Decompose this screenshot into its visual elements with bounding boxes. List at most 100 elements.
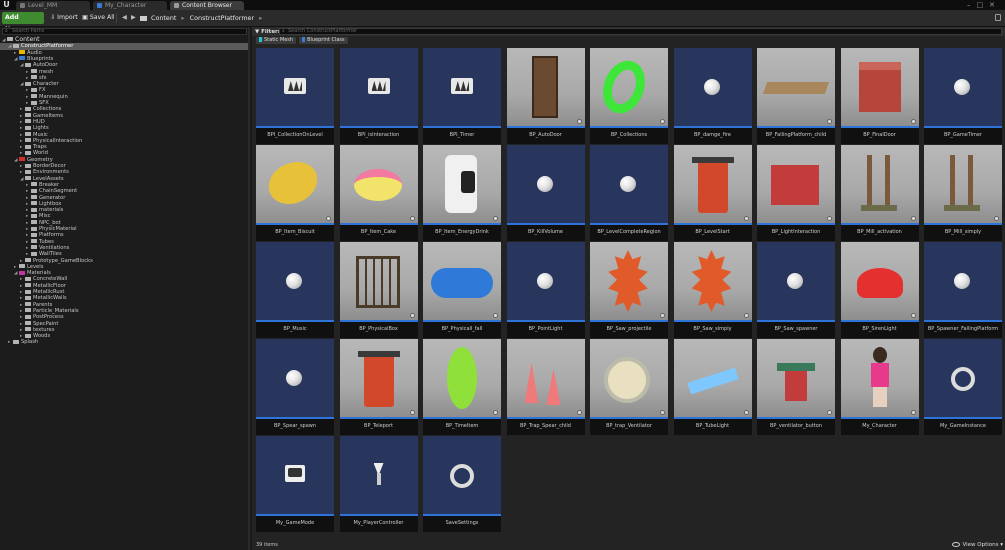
asset-tile[interactable]: BP_FallingPlatform_child [757, 48, 835, 144]
asset-tile[interactable]: My_Character [840, 339, 919, 435]
sphere-icon [787, 273, 803, 289]
asset-type-bar [757, 320, 835, 322]
filter-chip-static-mesh[interactable]: Static Mesh [256, 37, 297, 44]
tree-item-label: Breaker [39, 181, 60, 188]
tube-light-shape [686, 367, 739, 395]
asset-type-bar [423, 126, 501, 128]
asset-name: BP_Physicall_fall [441, 326, 483, 332]
asset-thumbnail [256, 145, 334, 223]
tree-item-label: Audio [27, 49, 42, 56]
view-options-button[interactable]: View Options ▾ [952, 541, 1003, 550]
character-legs [872, 387, 887, 407]
tree-item-label: SpecPaint [33, 320, 59, 327]
asset-tile[interactable]: BP_TubeLight [673, 339, 752, 435]
tab-content-browser[interactable]: Content Browser [170, 1, 244, 10]
asset-thumbnail [840, 145, 919, 223]
pad-top-shape [357, 351, 400, 357]
asset-tile[interactable]: BP_TimeItem [423, 339, 501, 435]
asset-tile[interactable]: BP_Trap_Spear_child [506, 339, 585, 435]
blueprint-interface-icon [367, 78, 390, 94]
asset-name: BP_damge_fire [694, 132, 731, 138]
asset-tile[interactable]: BP_FinalDoor [840, 48, 919, 144]
tree-item-label: Parents [33, 301, 53, 308]
asset-type-bar [256, 126, 334, 128]
folder-icon [19, 264, 25, 269]
button-top-shape [777, 363, 815, 371]
asset-thumbnail [339, 242, 418, 320]
sphere-icon [536, 273, 553, 289]
asset-name: SaveSettings [445, 520, 479, 526]
asset-tile[interactable]: BP_LevelStart [673, 145, 752, 241]
add-new-button[interactable]: Add New▼ [2, 12, 44, 33]
spear-left [524, 363, 539, 403]
tab-my-character[interactable]: My_Character [93, 1, 167, 10]
asset-tile[interactable]: BPI_Timer [423, 48, 501, 144]
asset-tile[interactable]: BP_Spawner_FallingPlatform [924, 242, 1002, 338]
import-button[interactable]: ⇩ Import [47, 12, 81, 24]
can-label-shape [461, 171, 475, 193]
forward-button[interactable]: ▶ [128, 12, 139, 24]
asset-name: BP_Saw_spawner [774, 326, 818, 332]
asset-tile[interactable]: My_GameMode [256, 436, 334, 532]
asset-status-icon [326, 216, 331, 221]
breadcrumb-item-content[interactable]: Content [151, 14, 176, 22]
tree-item-label: PhysicalInteraction [33, 137, 83, 144]
asset-status-icon [827, 119, 832, 124]
asset-tile[interactable]: My_GameInstance [924, 339, 1002, 435]
asset-thumbnail [924, 339, 1002, 417]
asset-tile[interactable]: My_PlayerController [339, 436, 418, 532]
asset-tile[interactable]: BP_Mill_simply [924, 145, 1002, 241]
search-assets-input[interactable]: ⌕ Search ConstructPlatformer [279, 28, 1002, 35]
asset-thumbnail [840, 242, 919, 320]
tab-level-mm[interactable]: Level_MM [16, 1, 90, 10]
asset-tile[interactable]: BP_LightInteraction [757, 145, 835, 241]
asset-tile[interactable]: BP_damge_fire [673, 48, 752, 144]
asset-tile[interactable]: BP_Physicall_fall [423, 242, 501, 338]
asset-tile[interactable]: BP_Collections [590, 48, 668, 144]
asset-tile[interactable]: BP_trap_Ventilator [590, 339, 668, 435]
asset-thumbnail [423, 48, 501, 126]
asset-tile[interactable]: BP_PhysicalBox [339, 242, 418, 338]
asset-tile[interactable]: BP_AutoDoor [506, 48, 585, 144]
asset-tile[interactable]: BP_PointLight [506, 242, 585, 338]
asset-tile[interactable]: SaveSettings [423, 436, 501, 532]
tree-item[interactable]: ▸ Splash [0, 339, 248, 345]
asset-tile[interactable]: BP_Spear_spawn [256, 339, 334, 435]
asset-thumbnail [423, 436, 501, 514]
sources-panel: ⌕ Search Paths ◢ Content ◢ ConstructPlatform… [0, 27, 250, 550]
asset-tile[interactable]: BPI_CollectionOnLevel [256, 48, 334, 144]
asset-name: BP_Mill_activation [857, 229, 902, 235]
asset-name: BP_Collections [610, 132, 648, 138]
asset-tile[interactable]: BP_Teleport [339, 339, 418, 435]
filter-chip-blueprint-class[interactable]: Blueprint Class [299, 37, 348, 44]
breadcrumb-item-constructplatformer[interactable]: ConstructPlatformer [190, 14, 254, 22]
search-paths-input[interactable]: ⌕ Search Paths [2, 28, 247, 35]
asset-tile[interactable]: BP_Item_Cake [339, 145, 418, 241]
tree-item-label: FX [39, 87, 46, 94]
asset-type-bar [256, 223, 334, 225]
window-controls[interactable]: –□✕ [967, 1, 1001, 9]
asset-tile[interactable]: BP_Mill_activation [840, 145, 919, 241]
lock-icon[interactable] [995, 14, 1001, 21]
asset-tile[interactable]: BP_KillVolume [506, 145, 585, 241]
asset-thumbnail [924, 145, 1002, 223]
asset-tile[interactable]: BP_Item_EnergyDrink [423, 145, 501, 241]
sphere-icon [286, 370, 302, 386]
tree-item-label: Misc [39, 213, 51, 220]
asset-thumbnail [757, 48, 835, 126]
asset-type-bar [423, 223, 501, 225]
asset-tile[interactable]: BP_Saw_simply [673, 242, 752, 338]
asset-tile[interactable]: BP_LevelCompleteRegion [590, 145, 668, 241]
asset-tile[interactable]: BP_GameTimer [924, 48, 1002, 144]
asset-tile[interactable]: BPI_isInteraction [339, 48, 418, 144]
asset-tile[interactable]: BP_ventilator_button [757, 339, 835, 435]
asset-tile[interactable]: BP_Saw_projectile [590, 242, 668, 338]
asset-name: BP_LightInteraction [771, 229, 821, 235]
asset-tile[interactable]: BP_Music [256, 242, 334, 338]
save-all-button[interactable]: ▣ Save All [79, 12, 118, 24]
asset-tile[interactable]: BP_SirenLight [840, 242, 919, 338]
asset-tile[interactable]: BP_Saw_spawner [757, 242, 835, 338]
asset-tile[interactable]: BP_Item_Biscuit [256, 145, 334, 241]
asset-status-icon [409, 216, 415, 221]
tree-item-label: Collections [33, 106, 62, 113]
